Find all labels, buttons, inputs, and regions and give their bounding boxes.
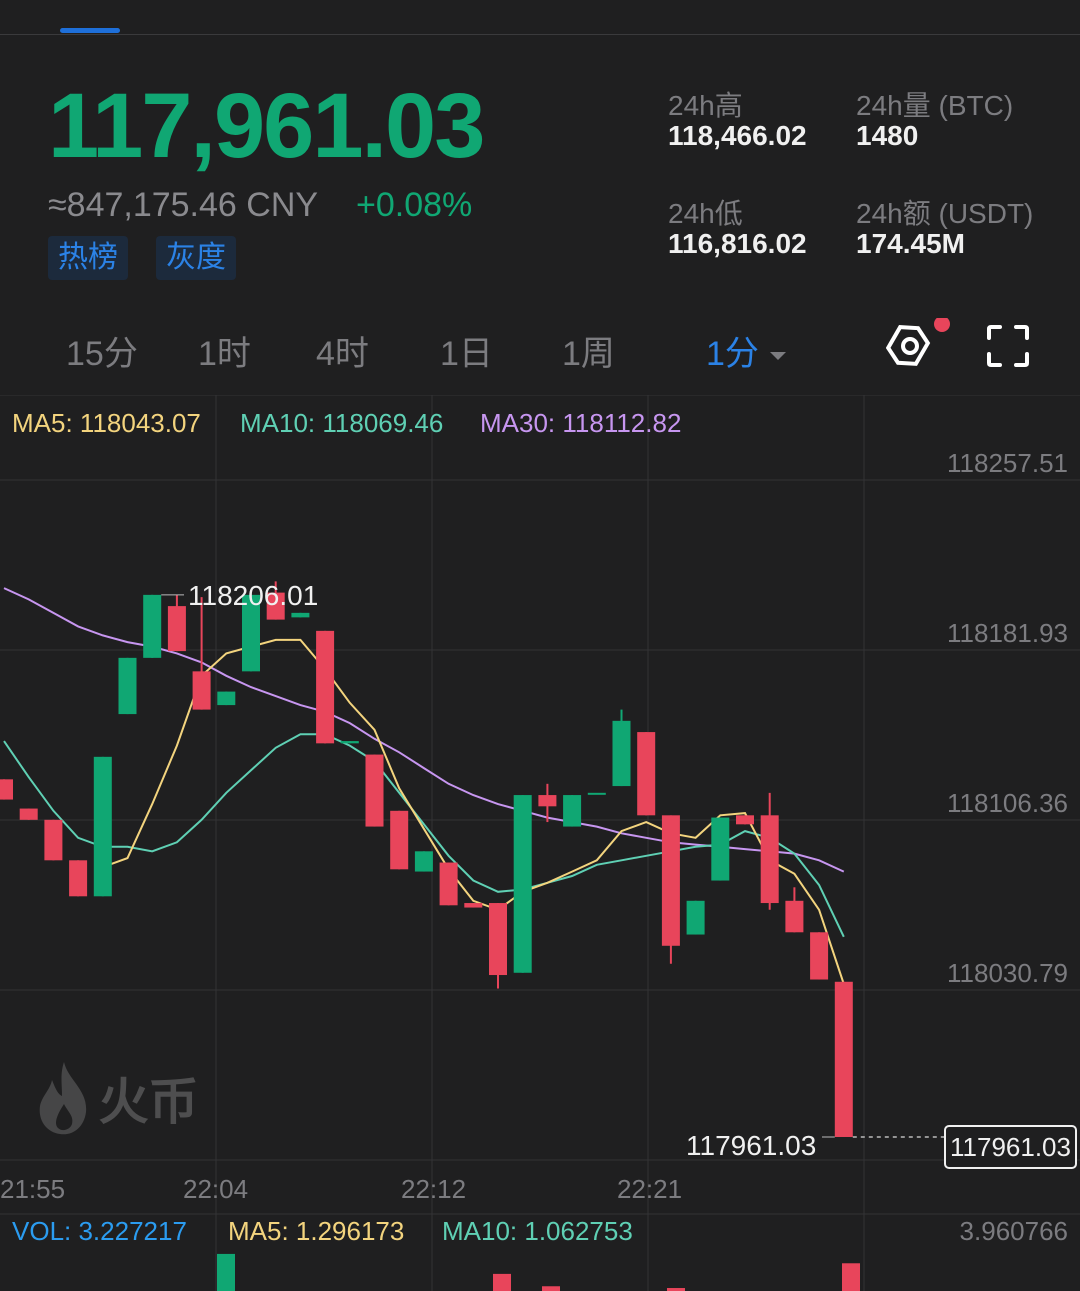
timeframe-1h[interactable]: 1时 [198, 326, 251, 375]
candle-up [587, 792, 606, 795]
high-24h-label: 24h高 [668, 90, 743, 121]
low-24h-value: 116,816.02 [668, 228, 807, 259]
notification-dot [934, 318, 950, 332]
candle-down [464, 903, 483, 908]
candles [0, 581, 944, 1138]
candle-up [118, 657, 137, 715]
ma5-line [102, 638, 845, 985]
candle-up [686, 900, 705, 935]
last-price-tag[interactable]: 117961.03 [944, 1125, 1077, 1169]
candle-down [736, 815, 754, 825]
caret-down-icon [770, 352, 787, 361]
candle-down [810, 932, 829, 980]
last-price-chart-label: 117961.03 [686, 1130, 817, 1161]
low-24h-label: 24h低 [668, 198, 743, 229]
timeframe-1w[interactable]: 1周 [562, 326, 615, 375]
timeframe-active-label: 1分 [706, 335, 759, 373]
ma5-path [102, 638, 845, 985]
x-tick: 22:04 [183, 1174, 249, 1204]
x-tick: 22:12 [401, 1174, 467, 1204]
candle-up [340, 741, 359, 744]
candle-down [538, 795, 557, 807]
volume-bar [842, 1263, 860, 1291]
candle-down [390, 810, 409, 870]
candlestick-chart[interactable] [0, 395, 1080, 1291]
candle-down [365, 754, 384, 827]
timeframe-15m[interactable]: 15分 [66, 326, 138, 375]
high-24h-value: 118,466.02 [668, 120, 807, 151]
candle-down [637, 732, 656, 816]
fullscreen-icon[interactable] [986, 324, 1030, 368]
candle-up [612, 720, 631, 787]
candle-up [414, 851, 433, 872]
x-tick: 21:55 [0, 1174, 66, 1204]
vol-ma10-legend: MA10: 1.062753 [442, 1216, 633, 1246]
candle-down [19, 808, 38, 820]
y-tick: 118181.93 [947, 618, 1068, 648]
ma30-legend: MA30: 118112.82 [480, 408, 682, 438]
price-change-percent: +0.08% [356, 186, 473, 224]
x-tick: 22:21 [617, 1174, 683, 1204]
candle-down [167, 606, 186, 652]
y-tick: 118030.79 [947, 958, 1068, 988]
volume-bars [217, 1253, 860, 1291]
candle-down [44, 819, 63, 861]
candle-up [563, 795, 582, 827]
turnover-24h-label: 24h额 (USDT) [856, 198, 1034, 229]
timeframe-1d[interactable]: 1日 [440, 326, 493, 375]
y-tick: 118106.36 [947, 788, 1068, 818]
chart-grid [0, 395, 1080, 1291]
ma5-legend: MA5: 118043.07 [12, 408, 201, 438]
flame-logo-icon [39, 1062, 87, 1135]
max-price-label: 118206.01 [188, 580, 319, 611]
turnover-24h-value: 174.45M [856, 228, 965, 259]
vol-legend: VOL: 3.227217 [12, 1216, 187, 1246]
candle-down [0, 779, 13, 800]
volume-bar [542, 1286, 560, 1291]
candle-up [143, 594, 162, 658]
hot-list-tag[interactable]: 热榜 [48, 236, 128, 280]
candle-down [785, 900, 804, 933]
candle-down [834, 981, 853, 1137]
volume-24h-label: 24h量 (BTC) [856, 90, 1014, 121]
candle-down [69, 860, 88, 897]
volume-bar [493, 1273, 511, 1291]
timeframe-4h[interactable]: 4时 [316, 326, 369, 375]
candle-up [217, 691, 236, 706]
watermark-text: 火币 [98, 1074, 199, 1130]
candle-down [489, 903, 507, 976]
candle-up [513, 795, 532, 973]
cny-price: ≈847,175.46 CNY [48, 186, 319, 224]
candle-up [291, 612, 310, 618]
volume-24h-value: 1480 [856, 120, 919, 151]
candle-down [661, 815, 680, 946]
y-tick: 118257.51 [947, 448, 1068, 478]
vol-max-label: 3.960766 [959, 1216, 1068, 1246]
candle-down [760, 815, 779, 904]
candle-up [93, 756, 112, 897]
candle-down [439, 862, 458, 906]
timeframe-1m-dropdown[interactable]: 1分 [706, 326, 788, 375]
volume-bar [217, 1253, 235, 1291]
active-tab-indicator [60, 28, 120, 33]
last-price: 117,961.03 [48, 75, 485, 177]
settings-hex-icon[interactable] [886, 318, 950, 374]
ma10-legend: MA10: 118069.46 [240, 408, 444, 438]
huobi-watermark: 火币 [34, 1060, 198, 1140]
candle-down [316, 630, 335, 744]
candle-down [192, 671, 211, 710]
header-divider [0, 34, 1080, 35]
candle-up [711, 817, 730, 881]
vol-ma5-legend: MA5: 1.296173 [228, 1216, 405, 1246]
grayscale-tag[interactable]: 灰度 [156, 236, 236, 280]
